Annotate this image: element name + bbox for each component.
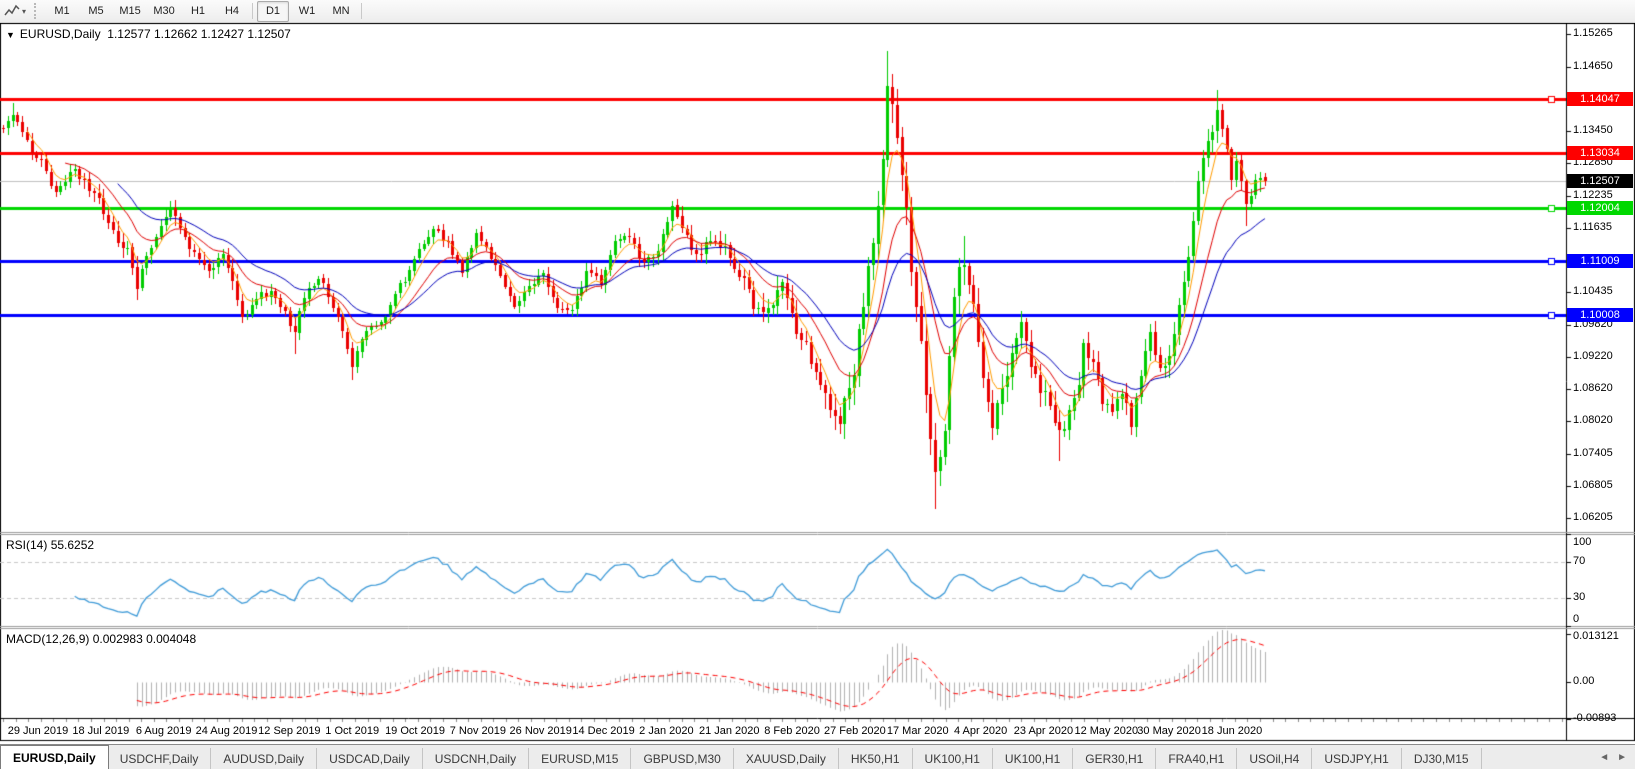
chart-tab-audusd-daily[interactable]: AUDUSD,Daily [211, 748, 318, 769]
timeframe-button-m5[interactable]: M5 [80, 1, 112, 22]
chart-tab-usdjpy-h1[interactable]: USDJPY,H1 [1312, 748, 1402, 769]
hline-price-badge[interactable]: 1.12004 [1567, 201, 1633, 215]
hline-price-badge[interactable]: 1.11009 [1567, 254, 1633, 268]
chart-tab-usdcnh-daily[interactable]: USDCNH,Daily [423, 748, 530, 769]
chart-tab-hk50-h1[interactable]: HK50,H1 [839, 748, 913, 769]
chevron-down-icon: ▾ [22, 6, 27, 16]
chart-tab-eurusd-m15[interactable]: EURUSD,M15 [529, 748, 632, 769]
chart-tab-dj30-m15[interactable]: DJ30,M15 [1402, 748, 1482, 769]
top-toolbar: ▾ M1 M5 M15 M30 H1 H4 D1 W1 MN [0, 0, 1635, 23]
price-chart-canvas[interactable] [0, 23, 1635, 744]
timeframe-button-h4[interactable]: H4 [216, 1, 248, 22]
tab-scroll-left-icon[interactable]: ◄ [1599, 752, 1609, 763]
timeframe-button-w1[interactable]: W1 [291, 1, 323, 22]
chart-mode-icon[interactable]: ▾ [0, 1, 30, 21]
toolbar-separator [252, 3, 254, 19]
timeframe-button-d1[interactable]: D1 [257, 0, 290, 22]
chart-tab-uk100-h1[interactable]: UK100,H1 [913, 748, 993, 769]
chart-tab-usdchf-daily[interactable]: USDCHF,Daily [108, 748, 212, 769]
chart-tab-xauusd-daily[interactable]: XAUUSD,Daily [734, 748, 839, 769]
chart-tab-ger30-h1[interactable]: GER30,H1 [1073, 748, 1157, 769]
timeframe-toolbar: M1 M5 M15 M30 H1 H4 D1 W1 MN [45, 0, 365, 22]
hline-price-badge[interactable]: 1.14047 [1567, 92, 1633, 106]
chart-tab-fra40-h1[interactable]: FRA40,H1 [1156, 748, 1238, 769]
tab-scroll-nav: ◄ ► [1591, 745, 1635, 769]
current-price-badge: 1.12507 [1567, 174, 1633, 188]
chart-window: ▼ EURUSD,Daily 1.12577 1.12662 1.12427 1.… [0, 23, 1635, 744]
timeframe-button-m30[interactable]: M30 [148, 1, 180, 22]
hline-price-badge[interactable]: 1.13034 [1567, 146, 1633, 160]
chart-tab-bar: EURUSD,Daily USDCHF,Daily AUDUSD,Daily USDC… [0, 744, 1635, 769]
timeframe-button-m15[interactable]: M15 [114, 1, 146, 22]
hline-price-badge[interactable]: 1.10008 [1567, 308, 1633, 322]
tab-scroll-right-icon[interactable]: ► [1617, 752, 1627, 763]
chart-tab-usdcad-daily[interactable]: USDCAD,Daily [317, 748, 423, 769]
timeframe-button-mn[interactable]: MN [325, 1, 357, 22]
toolbar-grip[interactable] [34, 3, 41, 19]
timeframe-button-h1[interactable]: H1 [182, 1, 214, 22]
chart-tab-uk100-h1[interactable]: UK100,H1 [993, 748, 1074, 769]
chart-tab-gbpusd-m30[interactable]: GBPUSD,M30 [631, 748, 734, 769]
chart-tab-usoil-h4[interactable]: USOil,H4 [1237, 748, 1313, 769]
timeframe-button-m1[interactable]: M1 [46, 1, 78, 22]
toolbar-separator [361, 3, 363, 19]
chart-tab-eurusd-daily[interactable]: EURUSD,Daily [0, 745, 109, 769]
